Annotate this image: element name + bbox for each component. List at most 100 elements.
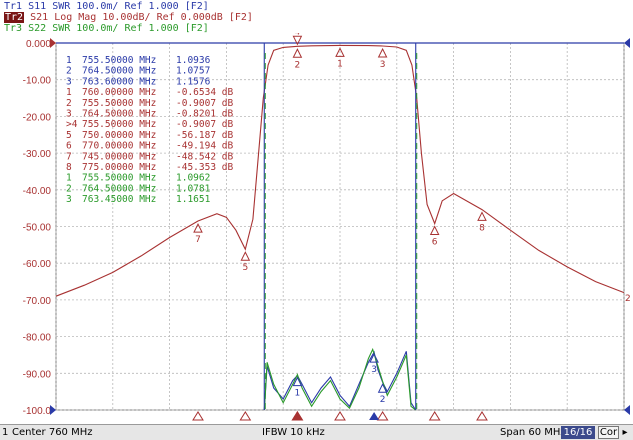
- marker-table-freq: 764.50000 MHz: [82, 109, 156, 120]
- marker-table-no: 3: [66, 194, 72, 205]
- status-bar: 1 Center 760 MHz IFBW 10 kHz Span 60 MHz…: [0, 424, 633, 440]
- y-tick-label: -100.0: [23, 406, 52, 417]
- center-frequency[interactable]: Center 760 MHz: [12, 426, 93, 439]
- y-tick-label: 0.000: [26, 39, 51, 50]
- status-arrow-icon[interactable]: ▸: [619, 426, 631, 439]
- y-tick-label: -20.00: [23, 112, 52, 123]
- marker-table-no: 3: [66, 109, 72, 120]
- marker-table-value: 1.0781: [176, 183, 211, 194]
- marker-7-label: 7: [195, 235, 201, 245]
- marker-table-no: 6: [66, 141, 72, 152]
- marker-table-no: 7: [66, 151, 72, 162]
- marker-table-no: 1: [66, 87, 72, 98]
- marker-table-value: -0.6534 dB: [176, 87, 233, 98]
- correction-indicator[interactable]: Cor: [598, 426, 619, 439]
- marker-table: 1 755.50000 MHz 1.0936 2 764.50000 MHz 1.0757…: [66, 55, 233, 205]
- axis-marker-icon: [428, 411, 441, 421]
- ref-marker-left-icon: [50, 38, 56, 48]
- y-tick-label: -50.00: [23, 223, 52, 234]
- axis-marker-icon: [334, 411, 346, 421]
- marker-table-no: 8: [66, 162, 72, 173]
- marker-8-label: 8: [479, 223, 485, 233]
- marker-table-no: 3: [66, 76, 72, 87]
- axis-marker-icon: [192, 411, 204, 421]
- marker-6-label: 6: [432, 238, 438, 248]
- ref-marker-right-bottom-icon: [624, 405, 630, 415]
- ref-marker-right-icon: [624, 38, 630, 48]
- marker-5-label: 5: [242, 263, 248, 273]
- marker-table-no: 1: [66, 55, 72, 66]
- marker-3-label: 3: [380, 60, 386, 70]
- marker-table-no: 2: [66, 66, 72, 77]
- marker-table-value: -45.353 dB: [176, 162, 233, 173]
- trace-1-flag: [F2]: [184, 1, 209, 12]
- marker-table-no: 2: [66, 98, 72, 109]
- marker-table-value: 1.0962: [176, 173, 210, 184]
- marker-table-freq: 763.60000 MHz: [82, 76, 156, 87]
- y-tick-label: -80.00: [23, 333, 52, 344]
- marker-table-value: -48.542 dB: [176, 151, 233, 162]
- marker-2-label: 2: [295, 60, 301, 70]
- marker-table-value: 1.1651: [176, 194, 211, 205]
- y-tick-label: -30.00: [23, 149, 52, 160]
- trace-2-param: S21: [30, 12, 49, 23]
- y-tick-label: -40.00: [23, 186, 52, 197]
- trace-1-param: S11: [28, 1, 47, 12]
- axis-marker-icon: [476, 411, 488, 421]
- active-axis-marker-icon: [292, 412, 303, 420]
- marker-table-freq: 770.00000 MHz: [82, 141, 156, 152]
- marker-table-value: 1.0757: [176, 66, 210, 77]
- marker-table-freq: 764.50000 MHz: [82, 183, 156, 194]
- marker-table-freq: 764.50000 MHz: [82, 66, 156, 77]
- trace-1-line[interactable]: Tr1 S11 SWR 100.0m/ Ref 1.000 [F2]: [4, 1, 209, 12]
- trace-1-format: SWR: [52, 1, 71, 12]
- marker-table-freq: 755.50000 MHz: [82, 119, 156, 130]
- marker-table-value: -0.8201 dB: [176, 109, 233, 120]
- marker-table-value: -49.194 dB: [176, 141, 233, 152]
- marker-table-value: 1.0936: [176, 55, 211, 66]
- axis-marker-icon: [376, 411, 389, 421]
- marker-table-freq: 755.50000 MHz: [82, 98, 156, 109]
- span-value[interactable]: Span 60 MHz: [500, 426, 566, 439]
- ifbw-value[interactable]: IFBW 10 kHz: [262, 426, 325, 439]
- y-tick-label: -60.00: [23, 259, 52, 270]
- marker-table-no: 2: [66, 183, 72, 194]
- plot-svg[interactable]: 0.000 -10.00 -20.00 -30.00 -40.00 -50.00 -60.0…: [0, 33, 633, 425]
- measurement-plot[interactable]: 0.000 -10.00 -20.00 -30.00 -40.00 -50.00 -60.0…: [0, 33, 633, 425]
- trace-1-id[interactable]: Tr1: [4, 1, 22, 12]
- marker-4-label: 4: [295, 33, 301, 37]
- trace-1-ref: Ref 1.000: [124, 1, 179, 12]
- y-tick-label: -10.00: [23, 76, 52, 87]
- marker-table-freq: 750.00000 MHz: [82, 130, 156, 141]
- marker-table-freq: 755.50000 MHz: [82, 55, 156, 66]
- y-tick-label: -90.00: [23, 369, 52, 380]
- swr-marker-3-label: 3: [371, 365, 377, 375]
- marker-1-label: 1: [337, 59, 343, 69]
- marker-table-freq: 755.50000 MHz: [82, 173, 156, 184]
- trace-2-ref: Ref 0.000dB: [156, 12, 223, 23]
- marker-table-no: 1: [66, 173, 72, 184]
- trace-header: Tr1 S11 SWR 100.0m/ Ref 1.000 [F2] Tr2 S…: [0, 0, 633, 34]
- marker-table-value: 1.1576: [176, 76, 211, 87]
- marker-table-value: -56.187 dB: [176, 130, 233, 141]
- sweep-count: 16/16: [561, 426, 595, 439]
- marker-table-freq: 775.00000 MHz: [82, 162, 156, 173]
- trace-2-flag: [F2]: [228, 12, 253, 23]
- trace-1-scale: 100.0m/: [76, 1, 119, 12]
- marker-table-freq: 745.00000 MHz: [82, 151, 156, 162]
- y-tick-label: -70.00: [23, 296, 52, 307]
- swr-axis-marker-icon: [369, 412, 380, 420]
- axis-marker-icon: [239, 411, 252, 421]
- marker-table-freq: 763.45000 MHz: [82, 194, 156, 205]
- marker-table-freq: 760.00000 MHz: [82, 87, 156, 98]
- channel-number[interactable]: 1: [2, 426, 8, 439]
- trace-2-id[interactable]: Tr2: [4, 12, 25, 23]
- trace-2-format: Log Mag: [54, 12, 97, 23]
- swr-marker-2-label: 2: [380, 395, 386, 405]
- swr-marker-1-label: 1: [295, 389, 301, 399]
- marker-table-no: 5: [66, 130, 72, 141]
- marker-table-no: >4: [66, 119, 78, 130]
- trace-2-line[interactable]: Tr2 S21 Log Mag 10.00dB/ Ref 0.000dB [F2…: [4, 12, 253, 23]
- trace-2-scale: 10.00dB/: [102, 12, 151, 23]
- right-edge-label: 2: [625, 294, 631, 304]
